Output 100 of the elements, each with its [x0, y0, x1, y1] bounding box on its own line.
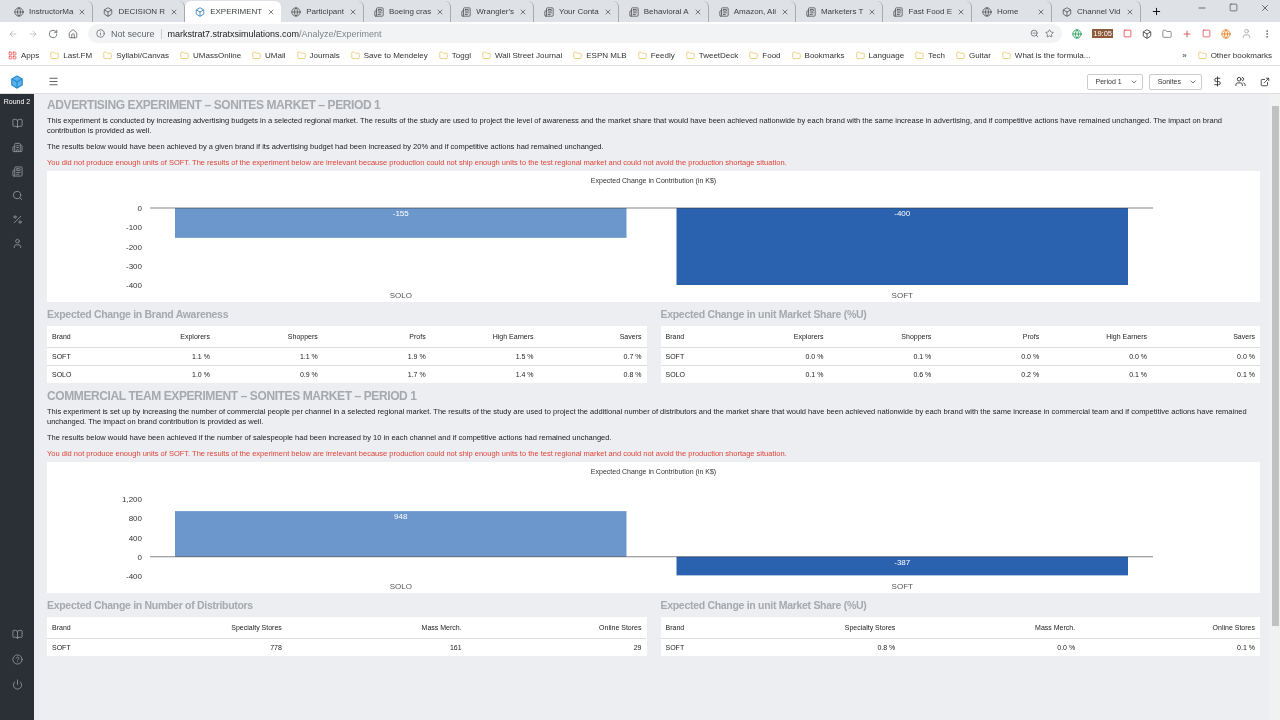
address-field[interactable]: Not secure markstrat7.stratxsimulations.com/Analyze/Experiment: [88, 24, 1063, 43]
close-icon[interactable]: [348, 7, 357, 16]
home-icon[interactable]: [68, 28, 78, 39]
bookmark-link[interactable]: Wall Street Journal: [481, 50, 563, 60]
browser-tab[interactable]: EXPERIMENT: [185, 1, 282, 22]
bookmark-icon: [855, 50, 865, 60]
bookmark-link[interactable]: UMassOnline: [180, 50, 242, 60]
extension-icon[interactable]: [1072, 28, 1083, 39]
search-icon[interactable]: [11, 190, 23, 201]
tab-favicon-icon: [1062, 6, 1073, 17]
tab-favicon-icon: [103, 6, 114, 17]
apps-grid-icon: [8, 50, 17, 60]
newspaper-icon[interactable]: [11, 166, 23, 177]
axis-tick-label: 0: [137, 204, 142, 213]
building-icon[interactable]: [11, 142, 23, 153]
tab-favicon-icon: [373, 6, 384, 17]
bookmark-link[interactable]: Feedly: [637, 50, 675, 60]
extension-icon[interactable]: [1142, 28, 1152, 39]
axis-tick-label: -200: [125, 242, 142, 252]
help-icon[interactable]: [11, 654, 23, 665]
bookmark-icon: [915, 50, 925, 60]
percent-icon[interactable]: [11, 214, 23, 225]
new-tab-icon[interactable]: [1150, 6, 1162, 17]
close-icon[interactable]: [170, 7, 179, 16]
team-icon[interactable]: [1235, 76, 1246, 87]
close-icon[interactable]: [267, 7, 276, 16]
bookmark-link[interactable]: Save to Mendeley: [350, 50, 428, 60]
bar-value-label: 948: [393, 512, 407, 522]
close-icon[interactable]: [693, 7, 702, 16]
axis-tick-label: -100: [125, 223, 142, 233]
bookmark-link[interactable]: Bookmarks: [791, 50, 845, 60]
power-icon[interactable]: [11, 679, 23, 690]
bookmark-link[interactable]: Food: [749, 50, 781, 60]
close-icon[interactable]: [1125, 7, 1134, 16]
book-icon[interactable]: [11, 118, 23, 129]
bookmark-link[interactable]: UMail: [252, 50, 286, 60]
bookmark-icon: [956, 50, 966, 60]
bookmark-icon: [791, 50, 801, 60]
bookmark-link[interactable]: Apps: [8, 50, 40, 60]
bookmark-icon: [1001, 50, 1011, 60]
maximize-icon[interactable]: [1229, 3, 1238, 12]
close-icon[interactable]: [868, 7, 877, 16]
tab-favicon-icon: [893, 6, 904, 17]
bookmark-icon: [296, 50, 306, 60]
external-link-icon[interactable]: [1260, 76, 1270, 87]
axis-tick-label: -400: [125, 281, 142, 290]
bookmark-link[interactable]: Toggl: [438, 50, 471, 60]
bookmark-link[interactable]: Tech: [915, 50, 946, 60]
reload-icon[interactable]: [48, 28, 58, 39]
bar-value-label: -155: [392, 209, 409, 218]
bookmark-link[interactable]: TweetDeck: [685, 50, 739, 60]
axis-tick-label: -300: [125, 261, 142, 271]
extension-icon[interactable]: [1162, 28, 1172, 39]
bookmark-link[interactable]: What is the formula...: [1001, 50, 1091, 60]
zoom-icon[interactable]: [1030, 29, 1040, 38]
bookmark-icon: [438, 50, 448, 60]
bookmark-link[interactable]: Last.FM: [50, 50, 93, 60]
close-icon[interactable]: [519, 7, 528, 16]
book-icon[interactable]: [11, 629, 23, 640]
info-icon: [96, 29, 105, 38]
menu-icon[interactable]: [48, 76, 59, 87]
tab-favicon-icon: [544, 6, 555, 17]
user-icon[interactable]: [11, 238, 23, 249]
bar-value-label: -400: [893, 209, 910, 218]
tab-favicon-icon: [805, 6, 816, 17]
profile-icon[interactable]: [1241, 28, 1252, 39]
table-title: Expected Change in unit Market Share (%U): [660, 308, 868, 320]
tab-favicon-icon: [14, 6, 24, 17]
bookmark-link[interactable]: Language: [855, 50, 905, 60]
section-title: ADVERTISING EXPERIMENT – SONITES MARKET – PERIOD 1: [47, 98, 382, 112]
bookmark-link[interactable]: Guitar: [956, 50, 991, 60]
bookmark-link[interactable]: Syllabi/Canvas: [103, 50, 170, 60]
close-icon[interactable]: [1260, 3, 1270, 13]
bookmark-link[interactable]: ESPN MLB: [573, 50, 627, 60]
tab-favicon-icon: [195, 6, 206, 17]
category-label: SOFT: [891, 582, 913, 591]
close-icon[interactable]: [436, 7, 445, 16]
logo-icon: [10, 74, 24, 89]
table-title: Expected Change in unit Market Share (%U): [660, 599, 868, 611]
close-icon[interactable]: [957, 7, 966, 16]
bookmark-link[interactable]: Other bookmarks: [1197, 50, 1272, 60]
tab-favicon-icon: [291, 6, 302, 17]
table-title: Expected Change in Brand Awareness: [47, 308, 230, 320]
close-icon[interactable]: [780, 7, 789, 16]
extension-icon[interactable]: [1182, 28, 1192, 39]
close-icon[interactable]: [1037, 7, 1046, 16]
dollar-icon[interactable]: [1212, 76, 1223, 87]
category-label: SOFT: [891, 291, 913, 300]
axis-tick-label: 0: [137, 552, 142, 562]
folder-icon: [1197, 50, 1207, 60]
close-icon[interactable]: [603, 7, 612, 16]
more-bookmarks-button[interactable]: »: [1182, 50, 1187, 60]
star-icon[interactable]: [1045, 29, 1055, 38]
bookmark-link[interactable]: Journals: [296, 50, 340, 60]
close-icon[interactable]: [78, 7, 87, 16]
scrollbar[interactable]: [1270, 94, 1280, 720]
section-title: COMMERCIAL TEAM EXPERIMENT – SONITES MARKET – PERIOD 1: [47, 389, 418, 403]
axis-tick-label: -400: [125, 572, 142, 581]
tab-favicon-icon: [628, 6, 639, 17]
category-label: SOLO: [389, 291, 412, 300]
